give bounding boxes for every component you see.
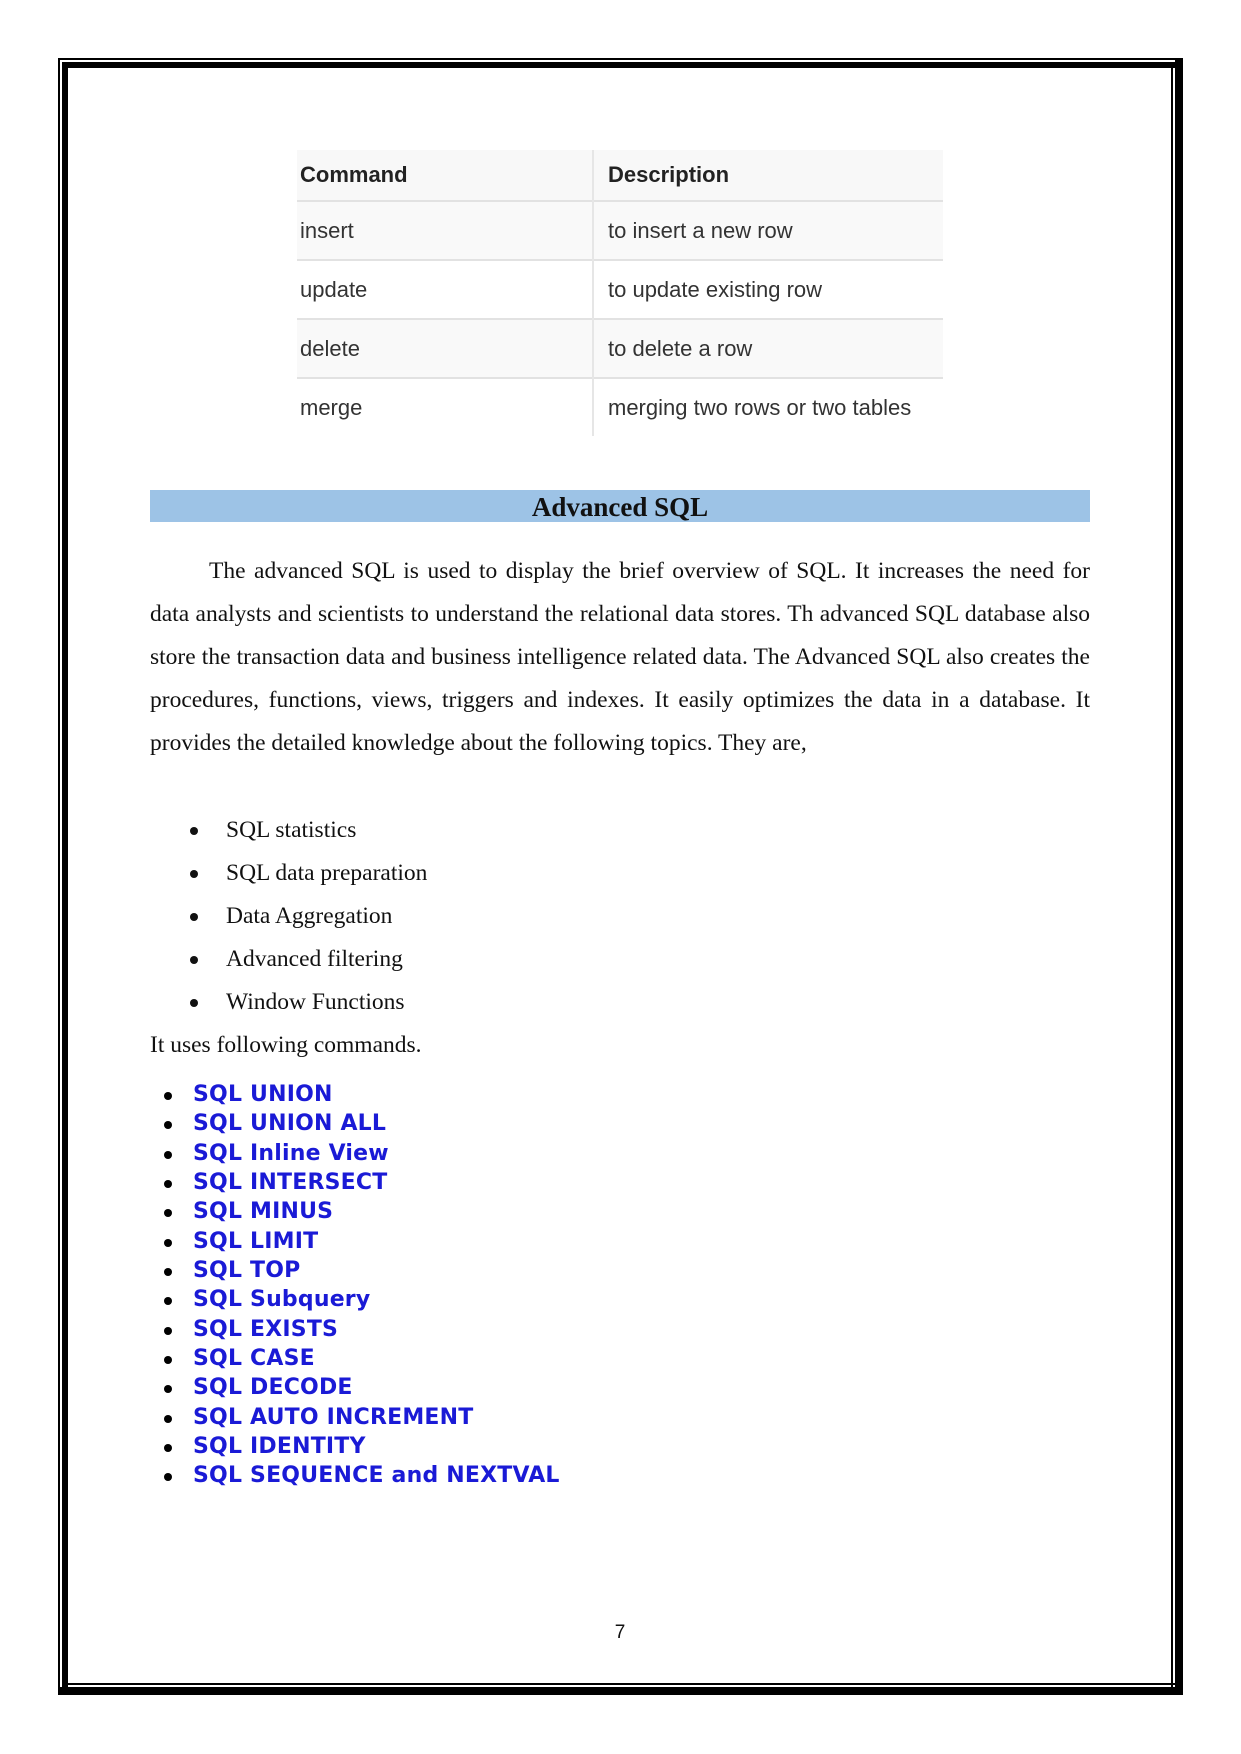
border-left-thick	[62, 62, 68, 1687]
sql-command-link: SQL Subquery	[193, 1287, 371, 1313]
cell-description: to update existing row	[593, 259, 943, 319]
bullet-icon	[190, 999, 198, 1007]
sql-command-link: SQL MINUS	[193, 1199, 334, 1225]
bullet-icon	[164, 1385, 172, 1394]
bullet-icon	[164, 1326, 172, 1335]
section-heading: Advanced SQL	[150, 490, 1090, 522]
sql-command-link: SQL LIMIT	[193, 1228, 319, 1254]
cell-description: merging two rows or two tables	[593, 377, 943, 436]
bullet-icon	[164, 1356, 172, 1365]
bullet-icon	[164, 1180, 172, 1189]
list-item-label: SQL statistics	[226, 817, 357, 843]
table-header-row: Command Description	[297, 150, 943, 201]
commands-intro: It uses following commands.	[150, 1032, 422, 1058]
sql-command-link: SQL INTERSECT	[193, 1170, 388, 1196]
bullet-icon	[164, 1297, 172, 1306]
border-top-thin	[58, 58, 1183, 60]
sql-command-link: SQL CASE	[193, 1346, 315, 1372]
cell-command: update	[297, 259, 594, 319]
column-header-command: Command	[297, 150, 594, 201]
body-paragraph: The advanced SQL is used to display the …	[150, 558, 1090, 756]
table-row: update to update existing row	[297, 259, 943, 319]
border-left-thin	[58, 58, 60, 1695]
list-item-label: Data Aggregation	[226, 903, 393, 929]
column-header-description: Description	[593, 150, 943, 201]
list-item-label: Window Functions	[226, 989, 405, 1015]
sql-command-link: SQL DECODE	[193, 1375, 353, 1401]
list-item: SQL SEQUENCE and NEXTVAL	[160, 1461, 560, 1490]
bullet-icon	[164, 1121, 172, 1130]
list-item: SQL LIMIT	[160, 1227, 560, 1256]
border-right-thin	[1171, 62, 1173, 1687]
list-item: SQL UNION ALL	[160, 1109, 560, 1138]
cell-command: merge	[297, 377, 594, 436]
list-item: SQL MINUS	[160, 1197, 560, 1226]
sql-command-link: SQL UNION ALL	[193, 1111, 387, 1137]
bullet-icon	[190, 956, 198, 964]
sql-command-link: SQL Inline View	[193, 1140, 389, 1166]
table-row: insert to insert a new row	[297, 200, 943, 260]
list-item-label: SQL data preparation	[226, 860, 428, 886]
list-item: SQL TOP	[160, 1256, 560, 1285]
list-item: Data Aggregation	[150, 895, 427, 938]
list-item: SQL INTERSECT	[160, 1168, 560, 1197]
cell-command: delete	[297, 318, 594, 378]
bullet-icon	[164, 1150, 172, 1159]
sql-command-link: SQL IDENTITY	[193, 1434, 366, 1460]
bullet-icon	[164, 1092, 172, 1100]
border-bottom-thin	[62, 1683, 1175, 1685]
sql-command-link: SQL SEQUENCE and NEXTVAL	[193, 1463, 560, 1489]
topics-list: SQL statistics SQL data preparation Data…	[150, 809, 427, 1024]
list-item: SQL Inline View	[160, 1139, 560, 1168]
border-right-thick	[1175, 58, 1183, 1695]
table-row: delete to delete a row	[297, 318, 943, 378]
bullet-icon	[164, 1444, 172, 1453]
list-item: SQL statistics	[150, 809, 427, 852]
bullet-icon	[164, 1473, 172, 1482]
bullet-icon	[164, 1209, 172, 1218]
bullet-icon	[164, 1414, 172, 1423]
list-item-label: Advanced filtering	[226, 946, 403, 972]
command-table: Command Description insert to insert a n…	[297, 150, 943, 436]
list-item: SQL Subquery	[160, 1285, 560, 1314]
bullet-icon	[190, 870, 198, 878]
border-bottom-thick	[58, 1687, 1183, 1695]
sql-command-link: SQL AUTO INCREMENT	[193, 1404, 474, 1430]
border-top-thick	[62, 62, 1177, 68]
cell-description: to delete a row	[593, 318, 943, 378]
list-item: SQL AUTO INCREMENT	[160, 1403, 560, 1432]
sql-command-link: SQL UNION	[193, 1082, 333, 1107]
bullet-icon	[164, 1268, 172, 1277]
cell-description: to insert a new row	[593, 200, 943, 260]
bullet-icon	[190, 913, 198, 921]
cell-command: insert	[297, 200, 594, 260]
list-item: SQL CASE	[160, 1344, 560, 1373]
list-item: Advanced filtering	[150, 938, 427, 981]
list-item: Window Functions	[150, 981, 427, 1024]
table-row: merge merging two rows or two tables	[297, 377, 943, 436]
list-item: SQL UNION	[160, 1080, 560, 1109]
bullet-icon	[190, 827, 198, 835]
bullet-icon	[164, 1238, 172, 1247]
sql-command-link: SQL TOP	[193, 1258, 301, 1284]
list-item: SQL EXISTS	[160, 1315, 560, 1344]
sql-commands-list: SQL UNION SQL UNION ALL SQL Inline View …	[160, 1080, 560, 1491]
list-item: SQL DECODE	[160, 1373, 560, 1402]
list-item: SQL data preparation	[150, 852, 427, 895]
sql-command-link: SQL EXISTS	[193, 1316, 339, 1342]
list-item: SQL IDENTITY	[160, 1432, 560, 1461]
page-number: 7	[614, 1622, 626, 1643]
